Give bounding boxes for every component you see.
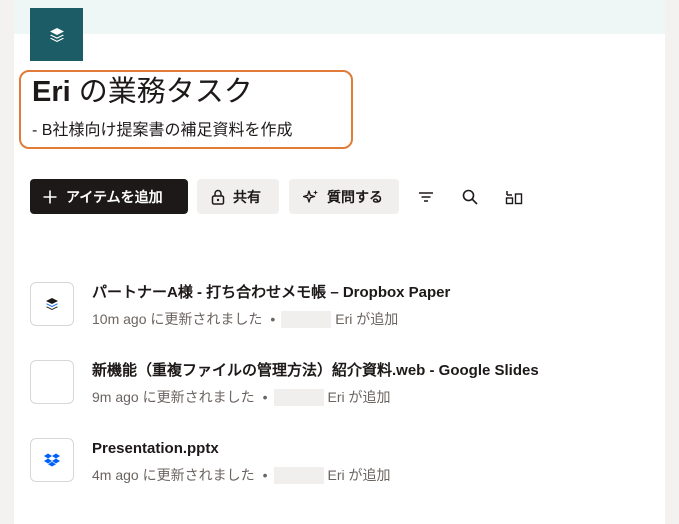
dropbox-paper-icon (46, 298, 58, 310)
file-list: パートナーA様 - 打ち合わせメモ帳 – Dropbox Paper 10m a… (30, 266, 630, 500)
file-added-by: Eri が追加 (327, 467, 391, 483)
add-item-button[interactable]: アイテムを追加 (30, 179, 188, 214)
header-banner (14, 0, 665, 34)
ask-label: 質問する (327, 188, 383, 205)
list-item[interactable]: Presentation.pptx 4m ago に更新されました • Eri … (30, 422, 630, 500)
list-item[interactable]: 新機能（重複ファイルの管理方法）紹介資料.web - Google Slides… (30, 344, 630, 422)
filter-icon (419, 191, 433, 202)
file-name[interactable]: パートナーA様 - 打ち合わせメモ帳 – Dropbox Paper (92, 282, 450, 304)
file-meta: 4m ago に更新されました • Eri が追加 (92, 465, 391, 485)
redacted-block (273, 388, 324, 406)
share-label: 共有 (233, 188, 261, 205)
filter-button[interactable] (411, 179, 441, 214)
file-added-by: Eri が追加 (327, 389, 391, 405)
file-name[interactable]: 新機能（重複ファイルの管理方法）紹介資料.web - Google Slides (92, 360, 539, 382)
meta-separator: • (262, 467, 268, 483)
toolbar: アイテムを追加 共有 質問する (30, 179, 529, 214)
page-description[interactable]: - B社様向け提案書の補足資料を作成 (32, 120, 292, 142)
layers-icon (49, 27, 64, 42)
layout-icon (505, 190, 523, 204)
file-thumbnail (30, 360, 74, 404)
file-name[interactable]: Presentation.pptx (92, 438, 219, 460)
redacted-block (281, 310, 332, 328)
ask-button[interactable]: 質問する (289, 179, 399, 214)
list-item[interactable]: パートナーA様 - 打ち合わせメモ帳 – Dropbox Paper 10m a… (30, 266, 630, 344)
layout-button[interactable] (499, 179, 529, 214)
search-icon (462, 189, 478, 205)
meta-separator: • (262, 389, 268, 405)
redacted-block (273, 466, 324, 484)
lock-icon (211, 189, 225, 205)
page-title[interactable]: Eri の業務タスク (32, 74, 253, 110)
add-item-label: アイテムを追加 (66, 188, 163, 205)
file-updated-time: 4m ago に更新されました (92, 467, 255, 483)
sparkle-icon (303, 189, 319, 205)
page-title-text: の業務タスク (70, 76, 253, 108)
stack-page: Eri の業務タスク - B社様向け提案書の補足資料を作成 アイテムを追加 共有 (14, 0, 665, 524)
stack-icon[interactable] (30, 8, 83, 61)
file-updated-time: 9m ago に更新されました (92, 389, 255, 405)
file-meta: 10m ago に更新されました • Eri が追加 (92, 309, 398, 329)
search-button[interactable] (455, 179, 485, 214)
plus-icon (42, 189, 58, 205)
file-thumbnail (30, 282, 74, 326)
meta-separator: • (270, 311, 276, 327)
file-meta: 9m ago に更新されました • Eri が追加 (92, 387, 391, 407)
file-thumbnail (30, 438, 74, 482)
page-title-owner: Eri (32, 76, 71, 108)
share-button[interactable]: 共有 (197, 179, 279, 214)
file-added-by: Eri が追加 (335, 311, 399, 327)
dropbox-icon (44, 453, 60, 467)
file-updated-time: 10m ago に更新されました (92, 311, 263, 327)
